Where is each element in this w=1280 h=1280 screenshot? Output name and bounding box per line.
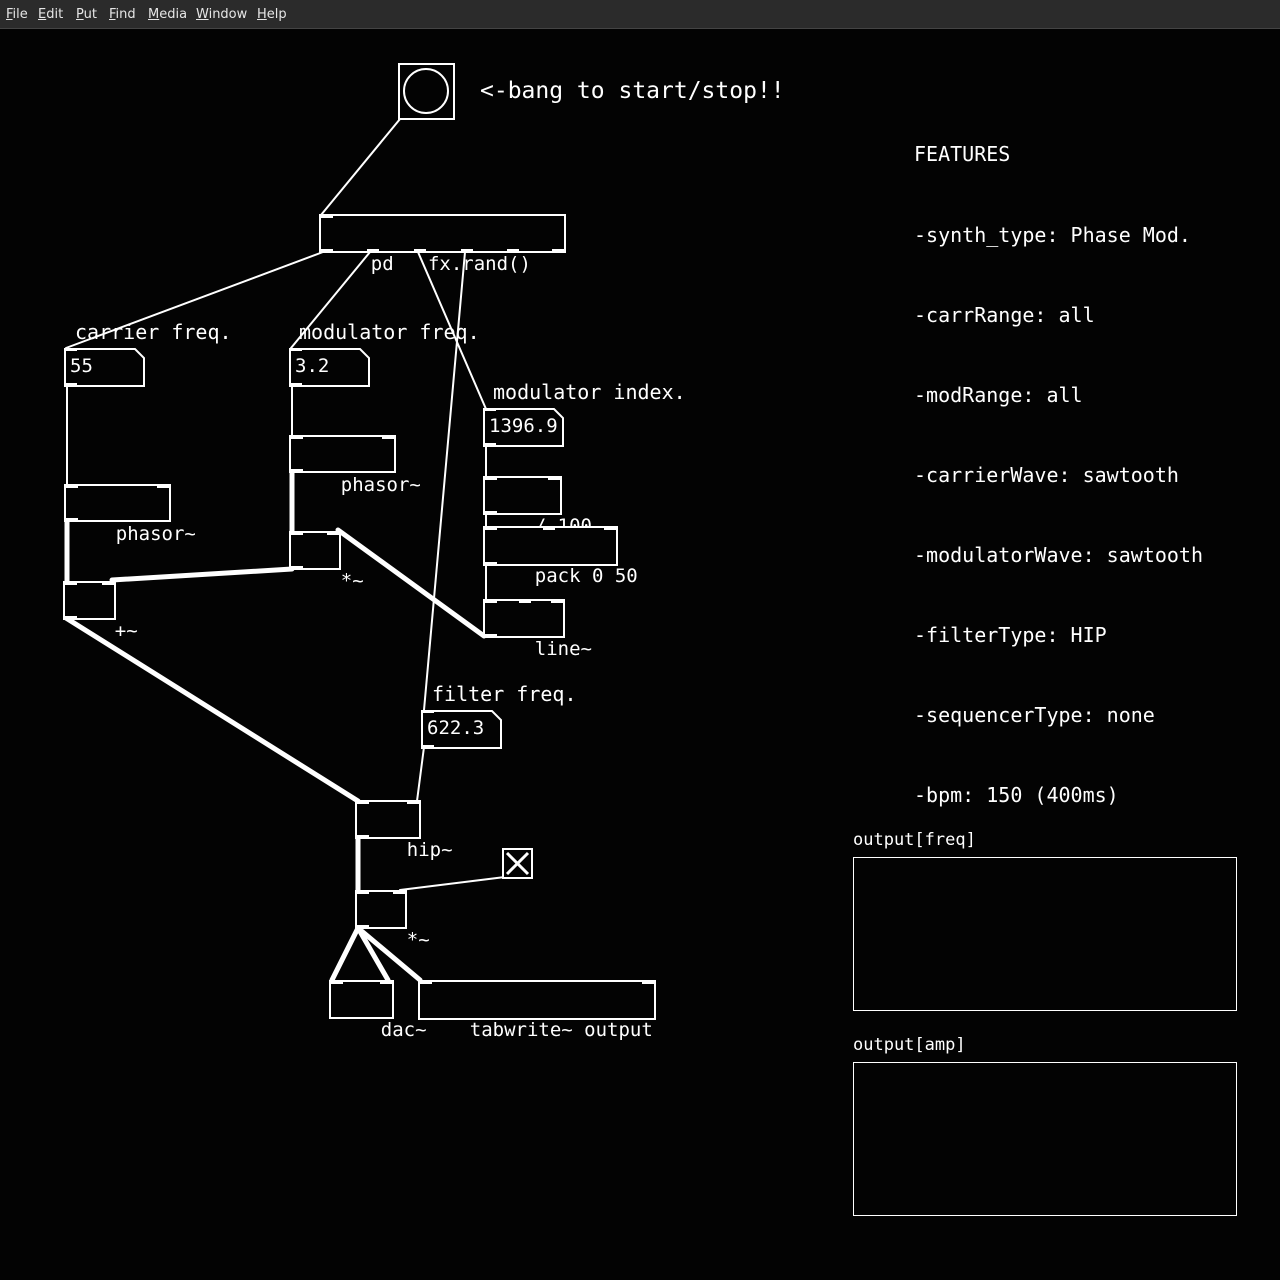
- menu-find[interactable]: Find: [109, 7, 136, 22]
- output-multiply-object[interactable]: *~: [355, 890, 430, 951]
- divide-object[interactable]: / 100: [483, 476, 592, 537]
- output-freq-array[interactable]: [853, 857, 1237, 1011]
- pack-object[interactable]: pack 0 50: [483, 526, 638, 587]
- feature-line: -carrRange: all: [914, 302, 1095, 327]
- menu-help[interactable]: Help: [257, 7, 287, 22]
- modulator-index-number[interactable]: 1396.9: [483, 408, 564, 447]
- output-toggle[interactable]: [502, 848, 533, 879]
- toggle-x-icon: [505, 851, 530, 876]
- modulator-phasor-label: phasor~: [340, 474, 421, 496]
- output-multiply-label: *~: [406, 929, 430, 951]
- output-amp-array[interactable]: [853, 1062, 1237, 1216]
- add-object[interactable]: +~: [63, 581, 138, 642]
- dac-object[interactable]: dac~: [329, 980, 427, 1041]
- menu-window[interactable]: Window: [196, 7, 247, 22]
- pd-fx-rand-label: pd fx.rand(): [370, 253, 531, 275]
- carrier-freq-value: 55: [70, 355, 93, 377]
- modulator-freq-value: 3.2: [295, 355, 330, 377]
- modulator-freq-comment: modulator freq.: [299, 320, 480, 344]
- cord-mult-to-dac-left: [329, 925, 361, 983]
- carrier-phasor-label: phasor~: [115, 523, 196, 545]
- add-label: +~: [114, 620, 138, 642]
- modulator-index-comment: modulator index.: [493, 380, 686, 404]
- menu-edit[interactable]: Edit: [38, 7, 63, 22]
- menu-media[interactable]: Media: [148, 7, 187, 22]
- modulator-multiply-label: *~: [340, 570, 364, 592]
- bang-hint-comment: <-bang to start/stop!!: [480, 78, 785, 104]
- bang-circle-icon: [403, 68, 449, 114]
- cord-filter-to-hip: [416, 746, 425, 802]
- feature-line: -synth_type: Phase Mod.: [914, 222, 1191, 247]
- feature-line: -modulatorWave: sawtooth: [914, 542, 1203, 567]
- modulator-freq-number[interactable]: 3.2: [289, 348, 370, 387]
- cord-mult-to-add: [109, 566, 295, 583]
- filter-freq-value: 622.3: [427, 717, 485, 739]
- feature-line: -carrierWave: sawtooth: [914, 462, 1179, 487]
- features-comment: FEATURES -synth_type: Phase Mod. -carrRa…: [914, 88, 1203, 862]
- carrier-freq-comment: carrier freq.: [75, 320, 232, 344]
- feature-line: -filterType: HIP: [914, 623, 1107, 648]
- feature-line: -bpm: 150 (400ms): [914, 783, 1119, 808]
- pd-fx-rand-object[interactable]: pd fx.rand(): [319, 214, 566, 275]
- tabwrite-label: tabwrite~ output: [469, 1019, 653, 1041]
- hip-filter-object[interactable]: hip~: [355, 800, 453, 861]
- pack-label: pack 0 50: [534, 565, 638, 587]
- line-object[interactable]: line~: [483, 599, 592, 660]
- menu-file[interactable]: File: [6, 7, 28, 22]
- patch-canvas[interactable]: <-bang to start/stop!! pd fx.rand() carr…: [0, 30, 1280, 1280]
- modulator-phasor-object[interactable]: phasor~: [289, 435, 421, 496]
- modulator-multiply-object[interactable]: *~: [289, 531, 364, 592]
- menu-put[interactable]: Put: [76, 7, 97, 22]
- feature-line: -sequencerType: none: [914, 703, 1155, 728]
- modulator-index-value: 1396.9: [489, 415, 558, 437]
- output-amp-label: output[amp]: [853, 1035, 966, 1055]
- carrier-freq-number[interactable]: 55: [64, 348, 145, 387]
- feature-line: -modRange: all: [914, 382, 1083, 407]
- line-label: line~: [534, 638, 592, 660]
- dac-label: dac~: [380, 1019, 427, 1041]
- bang-button[interactable]: [398, 63, 455, 120]
- cord-bang-to-pd: [320, 118, 401, 216]
- tabwrite-object[interactable]: tabwrite~ output: [418, 980, 656, 1041]
- menu-bar: File Edit Put Find Media Window Help: [0, 0, 1280, 29]
- carrier-phasor-object[interactable]: phasor~: [64, 484, 196, 545]
- cord-toggle-to-mult: [399, 876, 506, 891]
- output-freq-label: output[freq]: [853, 830, 976, 850]
- hip-filter-label: hip~: [406, 839, 453, 861]
- features-heading: FEATURES: [914, 142, 1011, 167]
